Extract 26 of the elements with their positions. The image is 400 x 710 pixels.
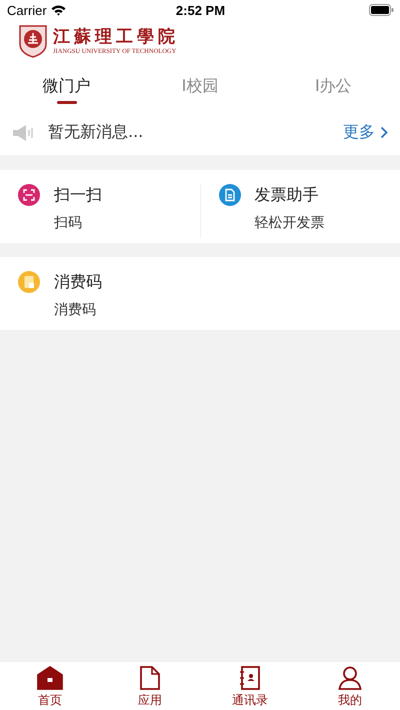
service-item[interactable]: 发票助手 轻松开发票 <box>200 184 400 238</box>
status-time: 2:52 PM <box>176 2 226 18</box>
nav-tab[interactable]: 应用 <box>100 662 200 710</box>
chevron-right-icon <box>380 126 388 139</box>
service-subtitle: 消费码 <box>54 301 97 319</box>
service-item[interactable]: 消费码 消费码 <box>0 271 200 325</box>
service-subtitle: 轻松开发票 <box>254 214 326 232</box>
carrier-label: Carrier <box>7 2 47 18</box>
portal-tab[interactable]: I校园 <box>145 62 255 110</box>
battery-icon <box>368 4 394 16</box>
nav-tab[interactable]: 我的 <box>300 662 400 710</box>
service-subtitle: 扫码 <box>54 214 83 232</box>
more-link[interactable]: 更多 <box>343 122 388 143</box>
university-emblem-icon <box>18 24 48 58</box>
portal-tab[interactable]: I办公 <box>278 62 388 110</box>
portal-tab[interactable]: 微门户 <box>12 62 122 110</box>
megaphone-icon <box>12 124 36 142</box>
service-title: 消费码 <box>54 272 102 292</box>
wifi-icon <box>50 4 66 16</box>
service-item[interactable]: 扫一扫 扫码 <box>0 184 200 238</box>
university-name: 江蘇理工學院 <box>53 26 179 46</box>
nav-tab[interactable]: 通讯录 <box>200 662 300 710</box>
service-title: 扫一扫 <box>54 184 102 206</box>
nav-tab[interactable]: 首页 <box>0 662 100 710</box>
notice-text: 暂无新消息... <box>48 122 144 143</box>
service-title: 发票助手 <box>254 184 318 206</box>
